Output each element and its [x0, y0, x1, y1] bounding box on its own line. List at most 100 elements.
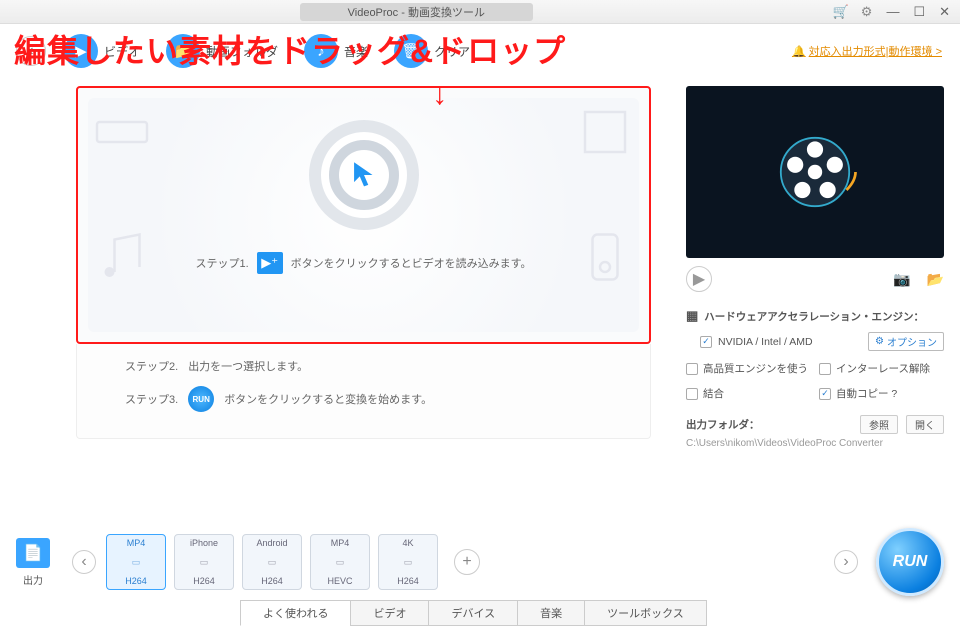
format-icon: ▭ [258, 551, 286, 573]
step2-text: 出力を一つ選択します。 [188, 358, 308, 374]
formats-link-text: 対応入出力形式|動作環境 > [809, 46, 942, 58]
autocopy-checkbox[interactable]: ✓自動コピー ? [819, 386, 944, 401]
add-video-mini-icon[interactable]: ▶⁺ [257, 252, 283, 274]
preset-prev-button[interactable]: ‹ [72, 550, 96, 574]
step1-label: ステップ1. [195, 255, 248, 271]
preset-next-button[interactable]: › [834, 550, 858, 574]
tab-0[interactable]: よく使われる [240, 600, 351, 626]
run-button[interactable]: RUN [876, 528, 944, 596]
preset-bottom: H264 [125, 576, 147, 586]
preset-top: MP4 [127, 538, 146, 548]
step2-label: ステップ2. [125, 358, 178, 374]
add-music-button[interactable]: ♪ 音楽 [304, 34, 368, 68]
clear-label: クリア [434, 43, 470, 60]
preset-top: iPhone [190, 538, 218, 548]
formats-link[interactable]: 🔔対応入出力形式|動作環境 > [792, 43, 942, 59]
hw-title-text: ハードウェアアクセラレーション・エンジン： [704, 309, 924, 324]
preset-top: Android [256, 538, 287, 548]
chip-icon: ▦ [686, 308, 698, 324]
right-pane: ▶ 📷 📂 ▦ ハードウェアアクセラレーション・エンジン： ✓ NVIDIA /… [686, 86, 944, 449]
hq-engine-checkbox[interactable]: 高品質エンジンを使う [686, 361, 811, 376]
hw-title: ▦ ハードウェアアクセラレーション・エンジン： [686, 308, 944, 324]
step1-row: ステップ1. ▶⁺ ボタンをクリックするとビデオを読み込みます。 [195, 252, 531, 274]
steps-panel: ステップ2. 出力を一つ選択します。 ステップ3. RUN ボタンをクリックする… [76, 344, 651, 439]
snapshot-icon[interactable]: 📷 [893, 271, 910, 288]
merge-label: 結合 [703, 386, 724, 401]
add-folder-label: 動画フォルダ [206, 43, 278, 60]
format-icon: ▭ [122, 551, 150, 573]
format-icon: ▭ [190, 551, 218, 573]
preset-top: MP4 [331, 538, 350, 548]
avi-icon [575, 102, 635, 167]
minimize-button[interactable]: — [886, 4, 899, 20]
tab-4[interactable]: ツールボックス [584, 600, 707, 626]
preset-iphone-h264[interactable]: iPhone▭H264 [174, 534, 234, 590]
dropzone-circle [309, 120, 419, 230]
output-folder-section: 出力フォルダ： 参照 開く C:\Users\nikom\Videos\Vide… [686, 415, 944, 449]
step1-text: ボタンをクリックするとビデオを読み込みます。 [291, 255, 532, 271]
preset-mp4-h264[interactable]: MP4 ▭ H264 [106, 534, 166, 590]
open-folder-icon[interactable]: 📂 [927, 271, 944, 288]
ipod-icon [575, 227, 635, 292]
step3-text: ボタンをクリックすると変換を始めます。 [224, 391, 432, 407]
hw-options-button[interactable]: ⚙オプション [868, 332, 944, 351]
add-music-label: 音楽 [344, 43, 368, 60]
deint-label: インターレース解除 [836, 361, 930, 376]
category-tabs: よく使われるビデオデバイス音楽ツールボックス [0, 600, 960, 632]
add-preset-button[interactable]: + [454, 549, 480, 575]
deinterlace-checkbox[interactable]: インターレース解除 [819, 361, 944, 376]
merge-checkbox[interactable]: 結合 [686, 386, 811, 401]
cursor-arrow-icon [347, 158, 381, 192]
step3-row: ステップ3. RUN ボタンをクリックすると変換を始めます。 [125, 386, 602, 412]
folder-icon: 📁 [166, 34, 200, 68]
preview-window [686, 86, 944, 258]
preset-mp4-hevc[interactable]: MP4 ▭ HEVC [310, 534, 370, 590]
tab-1[interactable]: ビデオ [350, 600, 429, 626]
main-area: ステップ1. ▶⁺ ボタンをクリックするとビデオを読み込みます。 ステップ2. … [0, 78, 960, 449]
output-text: 出力 [23, 572, 43, 587]
toolbar: ‹ ▶ ビデオ 📁 動画フォルダ ♪ 音楽 🗑 クリア 🔔対応入出力形式|動作環… [0, 24, 960, 78]
titlebar: VideoProc - 動画変換ツール 🛒 ⚙ — ☐ ✕ [0, 0, 960, 24]
close-button[interactable]: ✕ [939, 4, 950, 20]
clear-button[interactable]: 🗑 クリア [394, 34, 470, 68]
bell-icon: 🔔 [792, 46, 806, 58]
preset-android-h264[interactable]: Android ▭ H264 [242, 534, 302, 590]
output-folder-label: 出力フォルダ： [686, 417, 852, 432]
preset-4k-h264[interactable]: 4K ▭ H264 [378, 534, 438, 590]
run-mini-icon: RUN [188, 386, 214, 412]
output-path: C:\Users\nikom\Videos\VideoProc Converte… [686, 438, 944, 449]
add-video-button[interactable]: ▶ ビデオ [64, 34, 140, 68]
play-button[interactable]: ▶ [686, 266, 712, 292]
output-section-label: 📄 出力 [16, 538, 50, 587]
add-folder-button[interactable]: 📁 動画フォルダ [166, 34, 278, 68]
tab-3[interactable]: 音楽 [517, 600, 585, 626]
window-title: VideoProc - 動画変換ツール [300, 3, 533, 21]
clear-icon: 🗑 [394, 34, 428, 68]
music-icon: ♪ [304, 34, 338, 68]
maximize-button[interactable]: ☐ [913, 4, 925, 20]
left-pane: ステップ1. ▶⁺ ボタンをクリックするとビデオを読み込みます。 ステップ2. … [16, 86, 672, 449]
output-icon: 📄 [16, 538, 50, 568]
preset-top: 4K [402, 538, 413, 548]
browse-button[interactable]: 参照 [860, 415, 898, 434]
settings-gear-icon[interactable]: ⚙ [861, 4, 873, 20]
hw-accel-panel: ▦ ハードウェアアクセラレーション・エンジン： ✓ NVIDIA / Intel… [686, 308, 944, 449]
open-button[interactable]: 開く [906, 415, 944, 434]
preset-bottom: H264 [397, 576, 419, 586]
back-button[interactable]: ‹ [16, 36, 46, 66]
cart-icon[interactable]: 🛒 [833, 4, 849, 20]
format-icon: ▭ [394, 551, 422, 573]
preset-bottom: HEVC [327, 576, 352, 586]
format-icon: ▭ [326, 551, 354, 573]
dropzone[interactable]: ステップ1. ▶⁺ ボタンをクリックするとビデオを読み込みます。 [76, 86, 651, 344]
hw-options-label: オプション [887, 334, 937, 349]
tab-2[interactable]: デバイス [428, 600, 518, 626]
gpu-label: NVIDIA / Intel / AMD [718, 336, 813, 348]
ruler-icon [92, 102, 152, 167]
preset-bottom: H264 [261, 576, 283, 586]
bottom-bar: 📄 出力 ‹ MP4▭H264iPhone▭H264Android▭H264MP… [0, 518, 960, 632]
gpu-checkbox[interactable]: ✓ [700, 336, 712, 348]
video-icon: ▶ [64, 34, 98, 68]
autocopy-label: 自動コピー ? [836, 386, 897, 401]
preset-strip: 📄 出力 ‹ MP4▭H264iPhone▭H264Android▭H264MP… [0, 518, 960, 600]
